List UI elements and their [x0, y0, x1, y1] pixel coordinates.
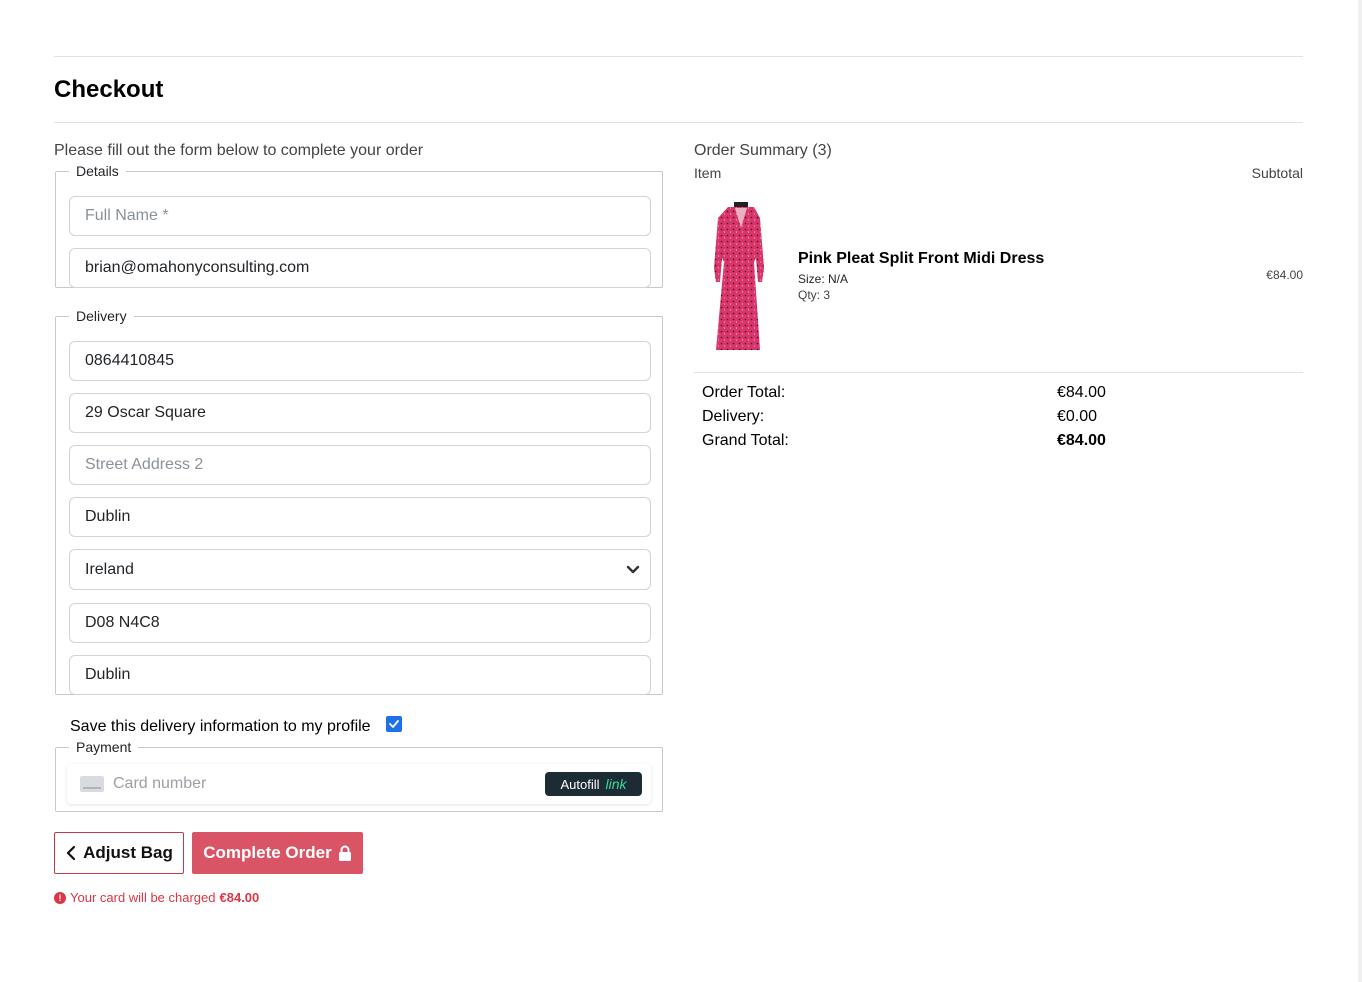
- delivery-cost-value: €0.00: [1057, 408, 1098, 425]
- chevron-down-icon: [626, 565, 640, 574]
- card-number-field[interactable]: Card number Autofill link: [67, 764, 651, 804]
- link-brand-logo: link: [605, 776, 627, 792]
- chevron-left-icon: [67, 845, 76, 861]
- county-field[interactable]: Dublin: [69, 655, 651, 695]
- page-title: Checkout: [54, 76, 164, 103]
- product-name: Pink Pleat Split Front Midi Dress: [798, 250, 1045, 267]
- complete-order-label: Complete Order: [203, 843, 332, 862]
- charge-notice-text: Your card will be charged: [70, 890, 216, 905]
- adjust-bag-button[interactable]: Adjust Bag: [54, 832, 184, 874]
- order-total-label: Order Total:: [702, 384, 786, 401]
- product-image[interactable]: [702, 198, 780, 356]
- street-address-2-placeholder: Street Address 2: [85, 456, 204, 473]
- order-total-value: €84.00: [1057, 384, 1106, 401]
- postcode-value: D08 N4C8: [85, 614, 160, 631]
- product-subtotal: €84.00: [1266, 268, 1303, 282]
- grand-total-label: Grand Total:: [702, 432, 789, 449]
- title-divider: [54, 122, 1303, 123]
- full-name-placeholder: Full Name *: [85, 207, 169, 224]
- lock-icon: [338, 845, 351, 861]
- country-select[interactable]: Ireland: [69, 549, 651, 590]
- country-value: Ireland: [85, 560, 134, 578]
- subtotal-column-header: Subtotal: [1251, 165, 1303, 181]
- street-address-1-value: 29 Oscar Square: [85, 404, 206, 421]
- street-address-1-field[interactable]: 29 Oscar Square: [69, 393, 651, 433]
- delivery-fieldset: Delivery 0864410845 29 Oscar Square Stre…: [55, 309, 663, 695]
- email-value: brian@omahonyconsulting.com: [85, 259, 310, 276]
- credit-card-icon: [80, 776, 104, 792]
- adjust-bag-label: Adjust Bag: [83, 843, 173, 862]
- exclamation-circle-icon: !: [54, 891, 66, 904]
- phone-field[interactable]: 0864410845: [69, 341, 651, 381]
- details-fieldset: Details Full Name * brian@omahonyconsult…: [55, 164, 663, 288]
- complete-order-button[interactable]: Complete Order: [192, 832, 363, 874]
- form-instructions: Please fill out the form below to comple…: [54, 142, 424, 159]
- charge-notice: ! Your card will be charged €84.00: [54, 890, 259, 905]
- county-value: Dublin: [85, 666, 131, 683]
- item-column-header: Item: [694, 165, 722, 181]
- phone-value: 0864410845: [85, 352, 174, 369]
- street-address-2-field[interactable]: Street Address 2: [69, 445, 651, 485]
- page-scrollbar[interactable]: [1358, 0, 1362, 982]
- full-name-field[interactable]: Full Name *: [69, 196, 651, 236]
- autofill-link-button[interactable]: Autofill link: [545, 772, 642, 796]
- product-size: Size: N/A: [798, 272, 849, 286]
- delivery-cost-label: Delivery:: [702, 408, 765, 425]
- summary-divider: [694, 372, 1303, 373]
- card-number-placeholder: Card number: [113, 775, 207, 792]
- header-divider: [54, 56, 1303, 57]
- autofill-label: Autofill: [560, 776, 600, 792]
- save-info-label: Save this delivery information to my pro…: [70, 718, 371, 735]
- postcode-field[interactable]: D08 N4C8: [69, 603, 651, 643]
- town-value: Dublin: [85, 508, 131, 525]
- save-info-checkbox[interactable]: [386, 716, 402, 732]
- payment-fieldset: Payment Card number Autofill link: [55, 740, 663, 812]
- delivery-legend: Delivery: [76, 308, 127, 324]
- grand-total-value: €84.00: [1057, 432, 1106, 449]
- product-quantity: Qty: 3: [798, 288, 831, 302]
- payment-legend: Payment: [76, 739, 132, 755]
- email-field[interactable]: brian@omahonyconsulting.com: [69, 248, 651, 288]
- checkmark-icon: [389, 720, 399, 728]
- charge-amount: €84.00: [219, 890, 260, 905]
- town-field[interactable]: Dublin: [69, 497, 651, 537]
- details-legend: Details: [76, 163, 119, 179]
- order-summary-title: Order Summary (3): [694, 142, 832, 159]
